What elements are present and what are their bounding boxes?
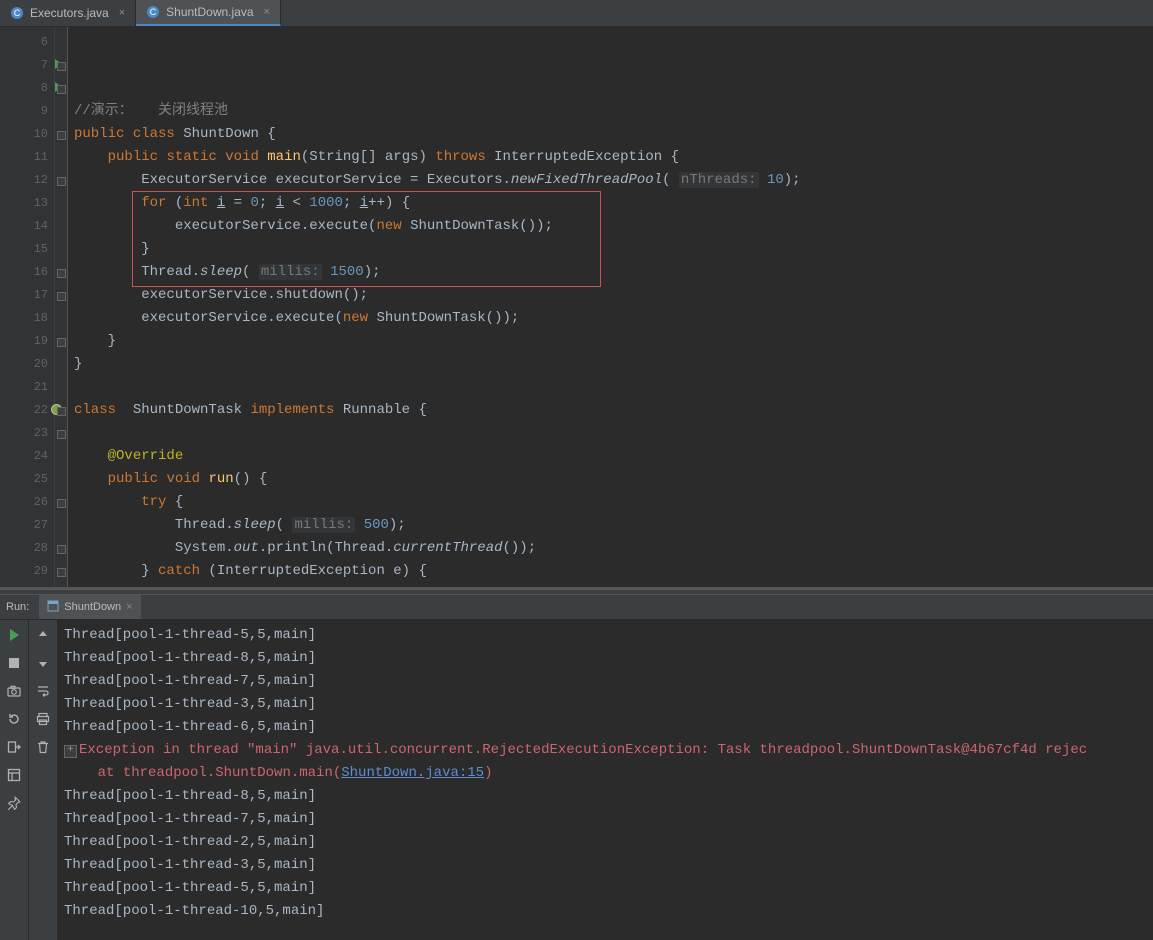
console-line[interactable]: Thread[pool-1-thread-10,5,main] [64,900,1153,923]
tab-label: Executors.java [30,6,109,20]
code-line[interactable]: executorService.execute(new ShuntDownTas… [74,215,1153,238]
fold-toggle [55,445,67,468]
run-label: Run: [6,601,29,613]
layout-icon[interactable] [5,766,23,784]
java-class-icon: C [146,5,160,19]
console-line[interactable]: Thread[pool-1-thread-7,5,main] [64,670,1153,693]
down-icon[interactable] [34,654,52,672]
run-panel: Run: ShuntDown × Thread[pool-1-thread-5,… [0,594,1153,940]
fold-toggle[interactable] [55,77,67,100]
fold-toggle[interactable] [55,284,67,307]
code-line[interactable]: class ShuntDownTask implements Runnable … [74,399,1153,422]
fold-toggle [55,100,67,123]
fold-toggle [55,353,67,376]
run-config-tab[interactable]: ShuntDown × [39,595,140,619]
fold-toggle[interactable] [55,491,67,514]
fold-toggle[interactable] [55,169,67,192]
up-icon[interactable] [34,626,52,644]
run-tab-label: ShuntDown [64,601,121,613]
close-icon[interactable]: × [126,601,132,613]
code-line[interactable]: public void run() { [74,468,1153,491]
console-line[interactable]: Thread[pool-1-thread-5,5,main] [64,624,1153,647]
rerun-icon[interactable] [5,710,23,728]
close-icon[interactable]: × [115,7,125,19]
fold-toggle [55,307,67,330]
svg-text:C: C [14,8,21,18]
camera-icon[interactable] [5,682,23,700]
close-icon[interactable]: × [260,6,270,18]
console-line[interactable]: at threadpool.ShuntDown.main(ShuntDown.j… [64,762,1153,785]
editor-area: 6789101112131415161718192021222324252627… [0,27,1153,589]
fold-toggle [55,376,67,399]
console-line[interactable]: Thread[pool-1-thread-6,5,main] [64,716,1153,739]
editor-tab[interactable]: C Executors.java × [0,0,136,26]
run-panel-header: Run: ShuntDown × [0,594,1153,620]
console-line[interactable]: Thread[pool-1-thread-3,5,main] [64,693,1153,716]
code-line[interactable]: public static void main(String[] args) t… [74,146,1153,169]
console-line[interactable]: Thread[pool-1-thread-3,5,main] [64,854,1153,877]
fold-toggle[interactable] [55,422,67,445]
fold-toggle[interactable] [55,330,67,353]
code-line[interactable]: Thread.sleep( millis: 1500); [74,261,1153,284]
code-line[interactable]: //演示： 关闭线程池 [74,100,1153,123]
code-line[interactable]: executorService.execute(new ShuntDownTas… [74,307,1153,330]
fold-toggle [55,468,67,491]
code-line[interactable]: ExecutorService executorService = Execut… [74,169,1153,192]
fold-toggle[interactable] [55,399,67,422]
fold-toggle[interactable] [55,560,67,583]
console-line[interactable]: Thread[pool-1-thread-5,5,main] [64,877,1153,900]
editor-tab[interactable]: C ShuntDown.java × [136,0,281,26]
code-line[interactable]: Thread.sleep( millis: 500); [74,514,1153,537]
java-class-icon: C [10,6,24,20]
code-line[interactable]: } [74,330,1153,353]
code-line[interactable]: @Override [74,445,1153,468]
wrap-icon[interactable] [34,682,52,700]
exit-icon[interactable] [5,738,23,756]
pin-icon[interactable] [5,794,23,812]
code-line[interactable]: public class ShuntDown { [74,123,1153,146]
console-output[interactable]: Thread[pool-1-thread-5,5,main]Thread[poo… [58,620,1153,940]
code-line[interactable]: try { [74,491,1153,514]
code-line[interactable]: executorService.shutdown(); [74,284,1153,307]
line-number-gutter: 6789101112131415161718192021222324252627… [0,27,55,587]
console-line[interactable]: Thread[pool-1-thread-7,5,main] [64,808,1153,831]
code-line[interactable]: } [74,238,1153,261]
fold-toggle[interactable] [55,537,67,560]
run-toolbar-secondary [29,620,58,940]
code-line[interactable]: System.out.println(Thread.currentThread(… [74,537,1153,560]
console-line[interactable]: Thread[pool-1-thread-8,5,main] [64,785,1153,808]
application-icon [47,600,59,615]
stop-icon[interactable] [5,654,23,672]
print-icon[interactable] [34,710,52,728]
play-icon[interactable] [5,626,23,644]
console-line[interactable]: Thread[pool-1-thread-2,5,main] [64,831,1153,854]
fold-toggle [55,146,67,169]
fold-toggle [55,238,67,261]
code-line[interactable]: for (int i = 0; i < 1000; i++) { [74,192,1153,215]
tab-label: ShuntDown.java [166,5,253,19]
console-line[interactable]: +Exception in thread "main" java.util.co… [64,739,1153,762]
fold-toggle [55,31,67,54]
svg-text:C: C [150,7,157,17]
code-line[interactable]: } catch (InterruptedException e) { [74,560,1153,583]
code-content[interactable]: //演示： 关闭线程池public class ShuntDown { publ… [68,27,1153,587]
fold-toggle[interactable] [55,123,67,146]
code-line[interactable]: e.printStackTrace(); [74,583,1153,587]
code-line[interactable] [74,376,1153,399]
editor-tab-bar: C Executors.java × C ShuntDown.java × [0,0,1153,27]
fold-toggle [55,514,67,537]
run-toolbar-primary [0,620,29,940]
fold-gutter [55,27,68,587]
fold-toggle [55,215,67,238]
trash-icon[interactable] [34,738,52,756]
console-line[interactable]: Thread[pool-1-thread-8,5,main] [64,647,1153,670]
fold-toggle[interactable] [55,261,67,284]
fold-toggle [55,192,67,215]
code-line[interactable] [74,422,1153,445]
code-line[interactable]: } [74,353,1153,376]
run-panel-body: Thread[pool-1-thread-5,5,main]Thread[poo… [0,620,1153,940]
fold-toggle[interactable] [55,54,67,77]
